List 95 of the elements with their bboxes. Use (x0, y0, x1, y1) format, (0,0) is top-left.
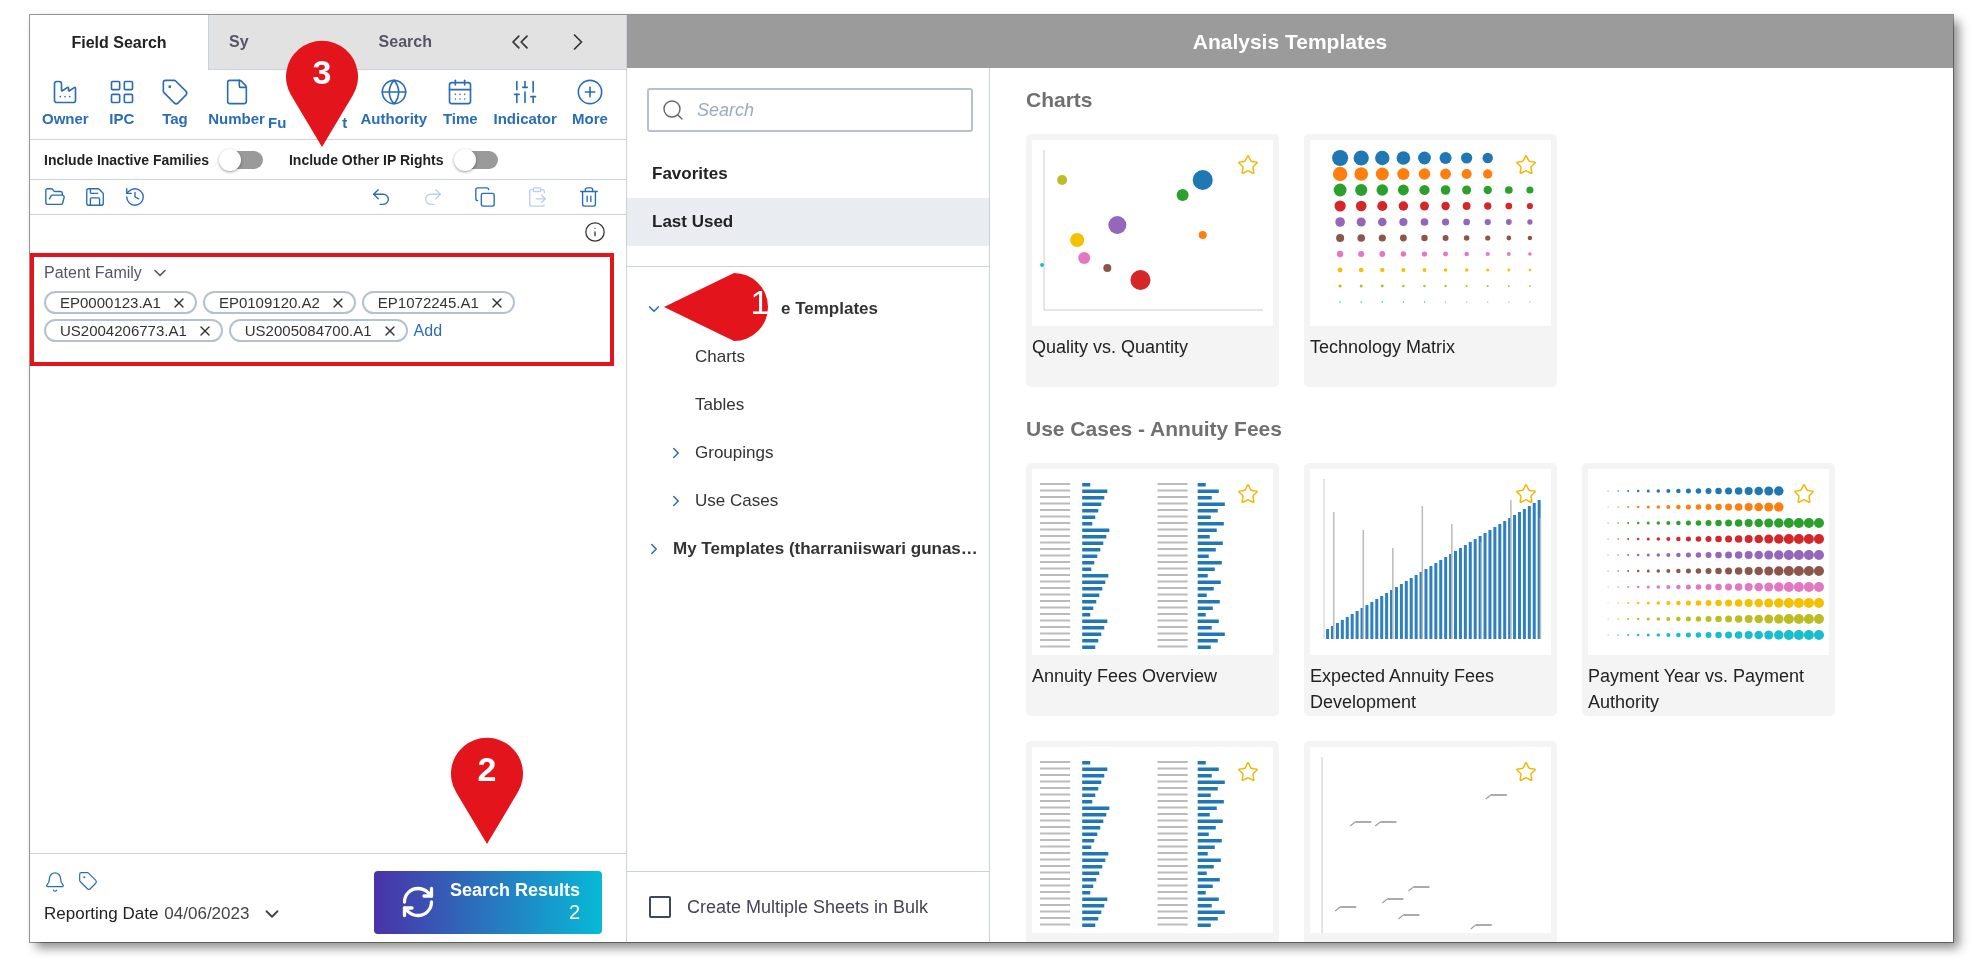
toggle-switch[interactable] (220, 150, 263, 169)
field-tool-button[interactable]: Time (440, 78, 481, 133)
card-title: Payment Year vs. Payment Authority (1588, 665, 1806, 714)
bubble (1108, 216, 1127, 234)
card-title: Expected Annuity Fees Development (1310, 665, 1496, 714)
search-icon (661, 98, 685, 122)
globe-icon (379, 78, 408, 106)
tree-item[interactable]: My Templates (tharraniiswari gunas… (627, 525, 989, 573)
star-icon (1793, 483, 1815, 505)
bubble (1103, 264, 1112, 272)
bubble (1130, 270, 1151, 290)
refresh-icon (400, 884, 436, 920)
field-tool-button[interactable]: Indicator (493, 78, 557, 133)
bubble (1078, 252, 1091, 264)
number-chip: US2004206773.A1 (44, 319, 223, 342)
card-title: Technology Matrix (1310, 336, 1457, 359)
toggle-switch[interactable] (455, 150, 498, 169)
field-dropdown[interactable]: Patent Family (44, 263, 170, 283)
list-item[interactable]: Last Used (627, 198, 989, 246)
toolbar-button[interactable] (370, 186, 392, 208)
field-tool-button[interactable]: More (569, 78, 610, 133)
toolbar-button[interactable] (44, 186, 66, 208)
add-link[interactable]: Add (413, 321, 443, 340)
bubble (1040, 263, 1045, 267)
bubble (1070, 233, 1085, 247)
field-tool-button[interactable]: Number (208, 78, 265, 133)
star-icon (1237, 154, 1259, 176)
tag-icon[interactable] (78, 871, 98, 891)
bubble (1176, 189, 1189, 201)
point-label (1374, 821, 1397, 827)
point-label (1407, 886, 1430, 892)
tab[interactable]: Field Search (30, 15, 209, 70)
tree-item[interactable]: Charts (627, 333, 989, 381)
tree-item[interactable]: Groupings (627, 429, 989, 477)
tag-icon (161, 78, 189, 106)
field-tool-button[interactable]: Owner (42, 78, 89, 133)
search-results-button[interactable]: Search Results 2 (374, 870, 602, 934)
toolbar-button[interactable] (578, 186, 600, 208)
bubble (1057, 175, 1068, 185)
paste-icon (526, 186, 548, 208)
point-label (1334, 906, 1357, 912)
panel-header: Analysis Templates (627, 15, 1953, 68)
list-item[interactable]: Favorites (627, 150, 989, 198)
template-card[interactable]: Annuity Fees Overview (1026, 463, 1279, 716)
number-chip: EP0109120.A2 (202, 291, 356, 314)
plus-icon (575, 78, 604, 106)
folder-icon (44, 186, 66, 208)
toggle-label: Include Inactive Families (44, 151, 209, 168)
point-label (1397, 914, 1420, 920)
callout-marker: 2 (450, 736, 524, 844)
point-label (1470, 924, 1492, 930)
toggle-label: Include Other IP Rights (288, 151, 444, 168)
save-icon (84, 186, 106, 208)
point-label (1381, 898, 1404, 904)
template-card[interactable]: Technology Matrix (1304, 134, 1557, 387)
template-card[interactable]: Quality vs. Quantity (1026, 134, 1279, 387)
date-dropdown[interactable]: 04/06/2023 (164, 903, 284, 925)
info-icon[interactable] (584, 221, 606, 243)
bulk-checkbox[interactable]: Create Multiple Sheets in Bulk (627, 871, 989, 942)
toolbar-button[interactable] (124, 186, 146, 208)
star-icon (1237, 761, 1259, 783)
star-icon (1237, 483, 1259, 505)
template-card[interactable]: Expected Annuity Fees Development (1304, 463, 1557, 716)
star-icon (1515, 761, 1537, 783)
point-label (1485, 794, 1507, 800)
number-chip: US2005084700.A1 (228, 319, 408, 342)
copy-icon (474, 186, 496, 208)
bubble (1192, 170, 1213, 190)
tree-item[interactable]: Use Cases (627, 477, 989, 525)
search-field[interactable]: Search (647, 88, 973, 132)
trash-icon (578, 186, 600, 208)
redo-icon (422, 186, 444, 208)
field-tool-button[interactable]: Authority (360, 78, 428, 133)
section-title: Charts (1026, 88, 1094, 112)
toolbar-button[interactable] (474, 186, 496, 208)
tree-item[interactable]: Tables (627, 381, 989, 429)
star-icon (1515, 154, 1537, 176)
card-title: Quality vs. Quantity (1032, 336, 1190, 359)
bell-icon[interactable] (44, 871, 66, 893)
tool-label[interactable]: Fu (268, 114, 287, 131)
tool-label[interactable]: t (342, 114, 348, 131)
template-card[interactable]: Payment Year vs. Payment Authority (1582, 463, 1835, 716)
section-title: Use Cases - Annuity Fees (1026, 417, 1283, 441)
number-chip: EP0000123.A1 (44, 291, 197, 314)
point-label (1349, 821, 1372, 827)
toolbar-button[interactable] (84, 186, 106, 208)
undo-icon (370, 186, 392, 208)
star-icon (1515, 483, 1537, 505)
field-tool-button[interactable]: IPC (101, 78, 142, 133)
card-title: Annuity Fees Overview (1032, 665, 1219, 688)
number-chip: EP1072245.A1 (361, 291, 515, 314)
bubble (1198, 231, 1207, 239)
history-icon (124, 186, 146, 208)
field-tool-button[interactable]: Tag (155, 78, 195, 133)
reporting-date-label: Reporting Date (44, 904, 159, 924)
